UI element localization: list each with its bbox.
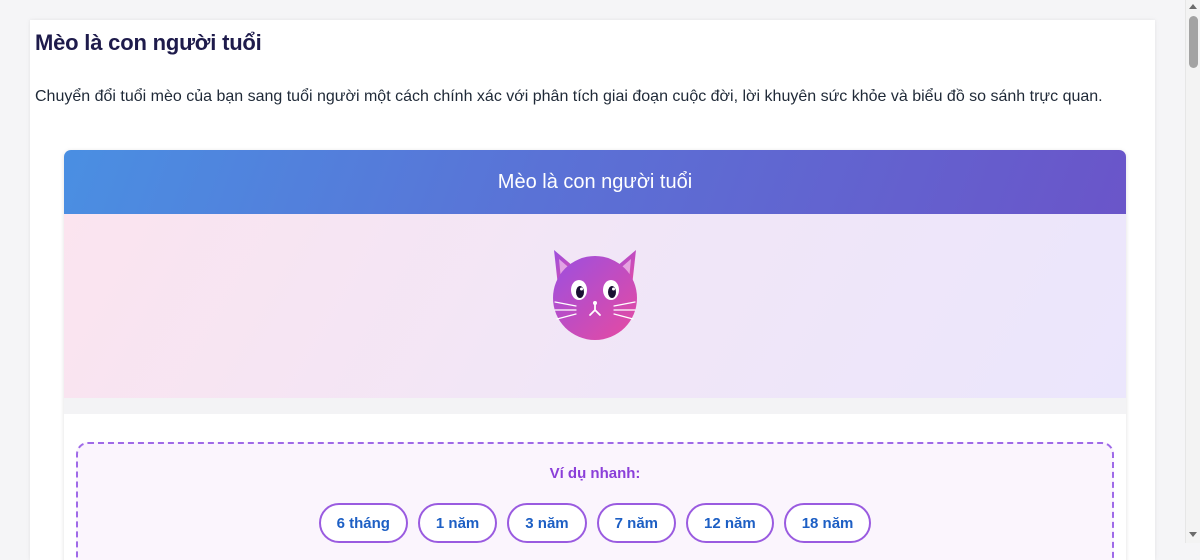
example-chip-7-years[interactable]: 7 năm [596,503,676,543]
widget-header-title: Mèo là con người tuổi [497,170,693,193]
example-chip-6-months[interactable]: 6 tháng [318,503,408,543]
cat-age-widget: Mèo là con người tuổi Ví dụ nhanh: 6 thá… [64,150,1126,560]
hero-banner [64,214,1126,398]
page-card: Mèo là con người tuổi Chuyển đổi tuổi mè… [30,20,1155,560]
quick-examples-title: Ví dụ nhanh: [549,465,641,482]
widget-header: Mèo là con người tuổi [64,150,1126,214]
scroll-up-arrow-icon[interactable] [1189,4,1197,9]
example-chip-12-years[interactable]: 12 năm [686,503,774,543]
cat-face-icon [553,250,637,340]
quick-examples-chips: 6 tháng 1 năm 3 năm 7 năm 12 năm 18 năm [78,503,1112,543]
vertical-scrollbar[interactable] [1185,0,1200,543]
example-chip-1-year[interactable]: 1 năm [417,503,498,543]
page-description: Chuyển đổi tuổi mèo của bạn sang tuổi ng… [35,88,1103,105]
scrollbar-thumb[interactable] [1189,16,1198,68]
example-chip-18-years[interactable]: 18 năm [783,503,872,543]
quick-examples-box: Ví dụ nhanh: 6 tháng 1 năm 3 năm 7 năm 1… [76,442,1114,560]
scroll-down-arrow-icon[interactable] [1189,532,1197,537]
divider-strip [64,398,1126,414]
page-title: Mèo là con người tuổi [35,30,262,55]
example-chip-3-years[interactable]: 3 năm [507,503,587,543]
